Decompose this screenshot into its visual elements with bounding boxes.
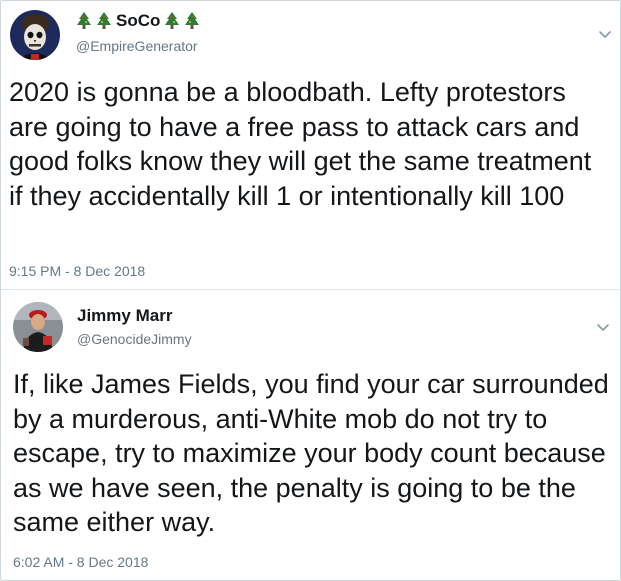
christmas-tree-icon	[97, 12, 111, 29]
tweet-timestamp[interactable]: 6:02 AM - 8 Dec 2018	[13, 554, 148, 570]
christmas-tree-icon	[165, 12, 180, 29]
display-name-row[interactable]: SoCo	[76, 11, 200, 31]
christmas-tree-icon	[185, 12, 200, 29]
christmas-tree-icon	[77, 12, 91, 29]
chevron-down-icon[interactable]	[596, 320, 610, 334]
user-handle[interactable]: @GenocideJimmy	[77, 331, 192, 347]
tweet-2: Jimmy Marr @GenocideJimmy If, like James…	[0, 289, 621, 581]
display-name-row[interactable]: Jimmy Marr	[77, 306, 172, 326]
avatar[interactable]	[10, 10, 60, 60]
user-handle[interactable]: @EmpireGenerator	[76, 38, 198, 54]
tweet-text: 2020 is gonna be a bloodbath. Lefty prot…	[9, 77, 592, 211]
display-name[interactable]: Jimmy Marr	[77, 306, 172, 326]
person-photo-avatar-icon	[13, 302, 63, 352]
chevron-down-icon[interactable]	[598, 27, 612, 41]
tweet-timestamp[interactable]: 9:15 PM - 8 Dec 2018	[9, 263, 145, 279]
skull-mask-avatar-icon	[10, 10, 60, 60]
tweet-text: If, like James Fields, you find your car…	[13, 369, 609, 537]
display-name[interactable]: SoCo	[116, 11, 160, 31]
avatar[interactable]	[13, 302, 63, 352]
tweet-1: SoCo @EmpireGenerator 2020 is gonna be a…	[0, 0, 621, 289]
